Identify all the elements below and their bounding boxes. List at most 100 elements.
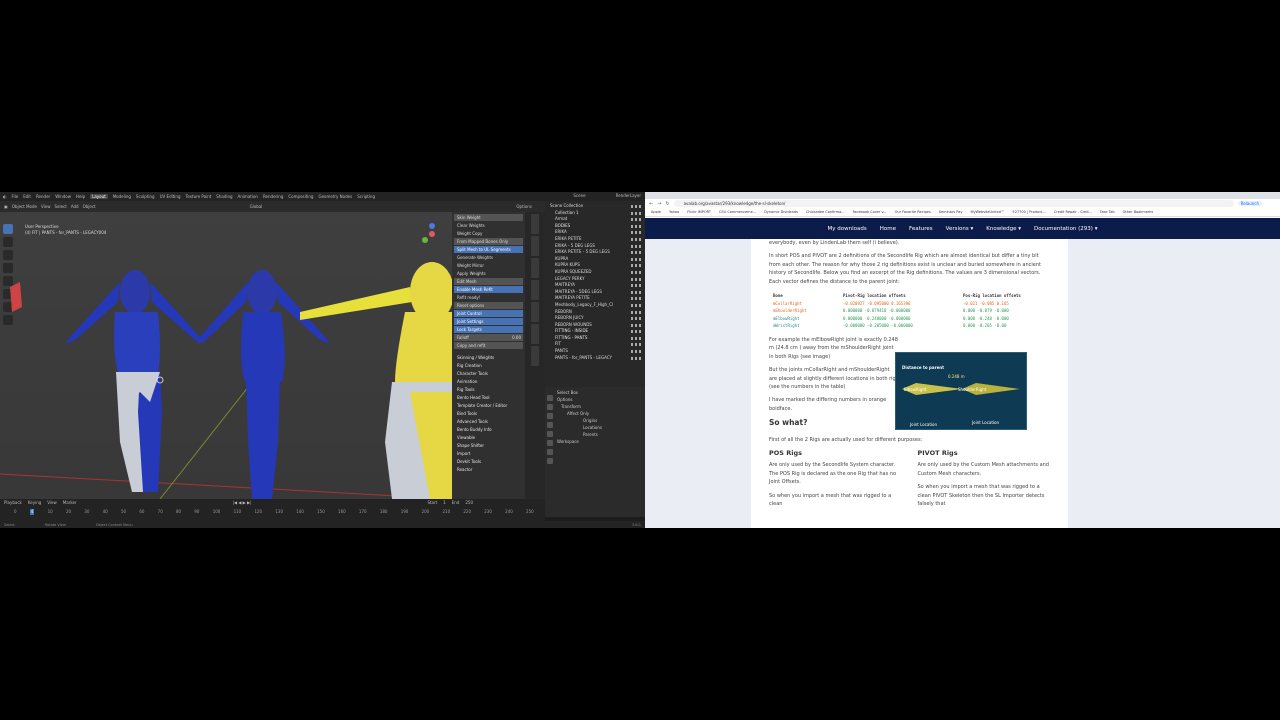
tab-compositing[interactable]: Compositing [288,194,313,199]
enable-mesh-refit-button[interactable]: Enable Mesh Refit [454,286,523,293]
outliner-item[interactable]: KUPRA SQUEEZED [547,269,643,276]
panel-bind-tools[interactable]: Bind Tools [454,410,523,417]
bookmark-item[interactable]: MyWebsiteUnited™ [970,210,1004,214]
nav-home[interactable]: Home [880,226,896,232]
marker-menu[interactable]: Marker [63,500,77,505]
object-mode-dropdown[interactable]: Object Mode [12,204,37,209]
outliner-item[interactable]: PANTS - for_PANTS - LEGACY [547,355,643,362]
bookmark-item[interactable]: Apple [651,210,661,214]
tab-sculpting[interactable]: Sculpting [136,194,155,199]
props-select-box[interactable]: Select Box [557,389,643,396]
generate-weights-row[interactable]: Generate Weights [454,254,523,261]
outliner-item[interactable]: KUPRA [547,256,643,263]
sidebar-tab[interactable] [531,346,539,366]
scene-field[interactable]: Scene [573,193,585,198]
outliner-item[interactable]: MAITREYA PETITE [547,295,643,302]
outliner-item[interactable]: Meshbody_Legacy_F_High_Cl [547,302,643,309]
forward-icon[interactable]: → [657,201,661,207]
outliner-item[interactable]: Collection 1 [547,210,643,217]
bookmark-item[interactable]: Flickr IMPORT [687,210,711,214]
outliner-item[interactable]: PANTS [547,348,643,355]
reset-options-button[interactable]: Reset options [454,302,523,309]
mapped-bones-button[interactable]: From Mapped Bones Only [454,238,523,245]
scene-tab-icon[interactable] [547,431,553,437]
panel-bento-head[interactable]: Bento Head Tool [454,394,523,401]
start-frame-field[interactable]: 1 [443,500,446,505]
bookmark-item[interactable]: Chickadee Confirma... [806,210,845,214]
tab-layout[interactable]: Layout [90,194,108,199]
outliner-item[interactable]: FITTING - PANTS [547,335,643,342]
menu-edit[interactable]: Edit [23,194,31,199]
panel-advanced-tools[interactable]: Advanced Tools [454,418,523,425]
playback-menu[interactable]: Playback [4,500,22,505]
panel-reactor[interactable]: Reactor [454,466,523,473]
outliner-item[interactable]: MAITREYA - 5DEG LEGS [547,289,643,296]
joint-settings-button[interactable]: Joint Settings [454,318,523,325]
panel-bento-buddy-info[interactable]: Bento Buddy Info [454,426,523,433]
falloff-slider[interactable]: Falloff 0.00 [454,334,523,341]
back-icon[interactable]: ← [649,201,653,207]
3d-viewport[interactable]: User Perspective (4) FIT | PANTS - for_P… [0,212,452,499]
sidebar-tab[interactable] [531,214,539,234]
bookmark-item[interactable]: Seminars Pay [939,210,963,214]
tab-uv-editing[interactable]: UV Editing [160,194,181,199]
clear-weights-row[interactable]: Clear Weights [454,222,523,229]
editor-type-icon[interactable]: ▣ [4,204,8,209]
outliner-item[interactable]: Armat [547,216,643,223]
panel-viewable[interactable]: Viewable [454,434,523,441]
props-options[interactable]: Options [557,396,643,403]
outliner-item[interactable]: ERIKA PETITE - 5 DEG LEGS [547,249,643,256]
tab-texture-paint[interactable]: Texture Paint [185,194,211,199]
panel-devkit-tools[interactable]: Devkit Tools [454,458,523,465]
add-menu[interactable]: Add [71,204,79,209]
options-dropdown[interactable]: Options [516,204,531,209]
current-frame-indicator[interactable]: 4 [29,509,35,515]
lock-targets-button[interactable]: Lock Targets [454,326,523,333]
object-tab-icon[interactable] [547,449,553,455]
outliner-item[interactable]: ERIKA - 5 DEG LEGS [547,243,643,250]
menu-help[interactable]: Help [76,194,85,199]
weight-mirror-row[interactable]: Weight Mirror [454,262,523,269]
keying-menu[interactable]: Keying [28,500,41,505]
menu-render[interactable]: Render [36,194,50,199]
tab-rendering[interactable]: Rendering [263,194,283,199]
outliner-item[interactable]: KUPRA KUPS [547,262,643,269]
outliner-item[interactable]: REBORN WOUNDS [547,322,643,329]
bookmark-item[interactable]: CSU Commenceme... [719,210,756,214]
copy-and-refit-button[interactable]: Copy and refit [454,342,523,349]
panel-animation[interactable]: Animation [454,378,523,385]
apply-weights-row[interactable]: Apply Weights [454,270,523,277]
panel-import[interactable]: Import [454,450,523,457]
joint-control-button[interactable]: Joint Control [454,310,523,317]
tab-animation[interactable]: Animation [238,194,258,199]
props-origins-checkbox[interactable]: Origins [557,417,643,424]
edit-mesh-button[interactable]: Edit Mesh [454,278,523,285]
transform-orientation-dropdown[interactable]: Global [250,204,263,209]
bookmark-item[interactable]: Our Favorite Recipes [895,210,931,214]
tab-geometry-nodes[interactable]: Geometry Nodes [318,194,352,199]
world-tab-icon[interactable] [547,440,553,446]
sidebar-tab[interactable] [531,236,539,256]
props-workspace[interactable]: Workspace [557,438,643,445]
view-layer-tab-icon[interactable] [547,422,553,428]
outliner-item[interactable]: ERIKA [547,229,643,236]
props-locations-checkbox[interactable]: Locations [557,424,643,431]
bookmark-item[interactable]: Credit Repair - Cred... [1054,210,1092,214]
nav-knowledge[interactable]: Knowledge ▾ [986,226,1021,232]
bookmark-item[interactable]: Dynamic Dividends [764,210,798,214]
end-frame-field[interactable]: 250 [465,500,473,505]
outliner-item[interactable]: BODIES [547,223,643,230]
props-transform[interactable]: Transform [557,403,643,410]
outliner-header[interactable]: Scene Collection [547,203,643,210]
sidebar-tab[interactable] [531,324,539,344]
output-tab-icon[interactable] [547,413,553,419]
tab-shading[interactable]: Shading [216,194,232,199]
outliner-item[interactable]: ERIKA PETITE [547,236,643,243]
bookmark-item[interactable]: E27700 | Product... [1013,210,1046,214]
select-menu[interactable]: Select [54,204,66,209]
panel-character-tools[interactable]: Character Tools [454,370,523,377]
relaunch-button[interactable]: Relaunch [1237,201,1263,206]
sidebar-tab[interactable] [531,258,539,278]
bookmark-item[interactable]: Yahoo [669,210,679,214]
view-menu[interactable]: View [41,204,51,209]
